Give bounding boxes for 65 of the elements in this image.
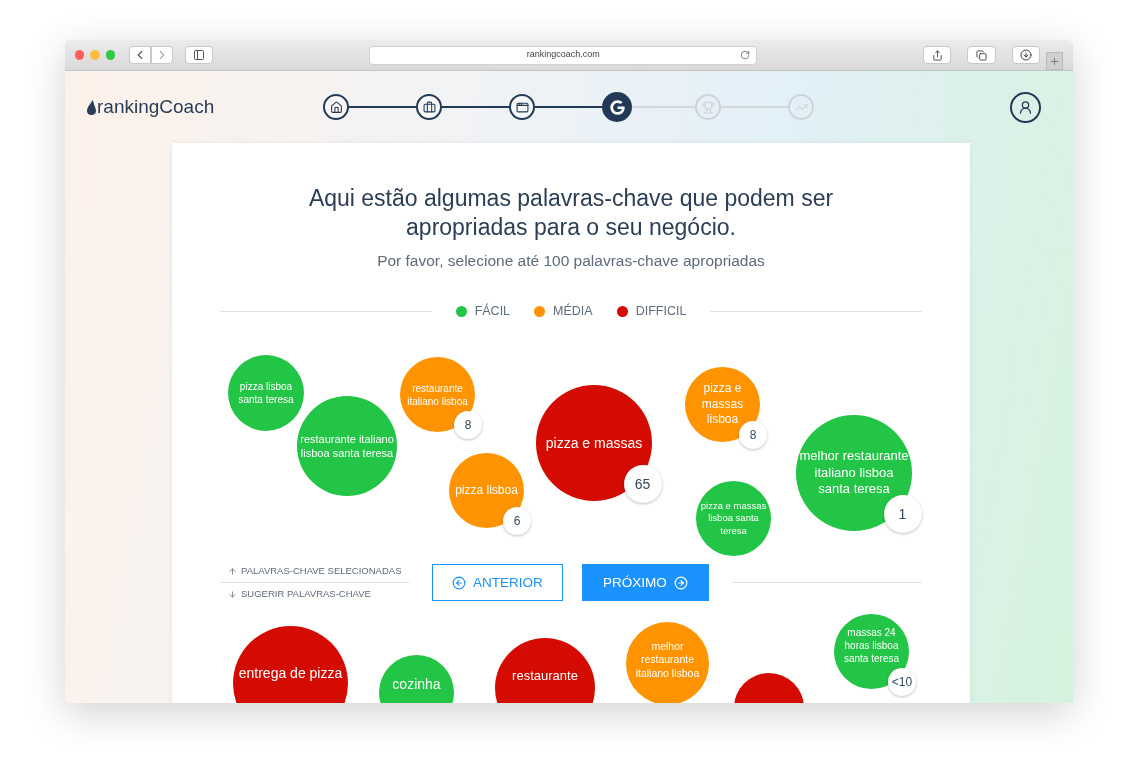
- count-badge: 6: [503, 507, 531, 535]
- keyword-bubble[interactable]: restaurante italiano lisboa santa teresa: [297, 396, 397, 496]
- window-icon: [515, 100, 529, 114]
- legend-label: DIFFICIL: [635, 303, 687, 321]
- keyword-text: massas 24 horas lisboa santa teresa: [842, 625, 900, 665]
- list-link[interactable]: PALAVRAS-CHAVE SELECIONADAS: [220, 560, 409, 584]
- keyword-text: restaurante italiano lisboa santa teresa: [300, 431, 394, 461]
- keyword-text: pizza e massas: [545, 433, 643, 453]
- keyword-text: pizza lisboa: [455, 482, 518, 499]
- card-subtitle: Por favor, selecione até 100 palavras-chave apropriadas: [377, 251, 765, 271]
- keyword-text: cozinha: [392, 674, 441, 693]
- keyword-bubble[interactable]: pizza e massas lisboa santa teresa: [696, 481, 771, 556]
- step-button[interactable]: [416, 94, 442, 120]
- new-tab-button[interactable]: [1046, 52, 1064, 70]
- keyword-bubble[interactable]: cozinha: [379, 654, 454, 703]
- logo-text[interactable]: rankingCoach: [97, 92, 215, 122]
- count-badge: 1: [883, 495, 922, 533]
- logo-drop-icon: [87, 99, 96, 115]
- tabs-button[interactable]: [967, 46, 996, 64]
- list-link[interactable]: SUGERIR PALAVRAS-CHAVE: [220, 583, 409, 606]
- keyword-text: restaurante italiano lisboa: [406, 381, 469, 408]
- step-button[interactable]: [602, 92, 632, 122]
- back-button[interactable]: [129, 46, 152, 64]
- card-title: Aqui estão algumas palavras-chave que podem ser apropriadas para o seu negócio.: [307, 184, 835, 242]
- sidebar-icon: [193, 49, 206, 61]
- count-badge: 65: [623, 465, 662, 503]
- arrow-down-icon: [228, 589, 237, 599]
- keyword-text: pizza e massas lisboa santa teresa: [699, 500, 768, 537]
- keyword-text: melhor restaurante italiano lisboa: [634, 639, 701, 681]
- share-icon: [931, 49, 943, 61]
- arrow-left-icon: [452, 575, 467, 590]
- share-button[interactable]: [923, 46, 952, 64]
- briefcase-icon: [422, 100, 436, 114]
- plus-icon: [1049, 55, 1060, 67]
- keyword-bubble[interactable]: melhor restaurante italiano lisboa: [626, 621, 709, 703]
- tabs-icon: [976, 49, 988, 61]
- reload-icon[interactable]: [740, 50, 751, 60]
- arrow-up-icon: [228, 566, 237, 576]
- count-badge: 8: [454, 411, 482, 439]
- step-button[interactable]: [509, 94, 535, 120]
- google-icon: [609, 99, 625, 115]
- keyword-text: entrega de pizza: [238, 663, 343, 682]
- previous-button[interactable]: ANTERIOR: [432, 564, 563, 602]
- trophy-icon: [701, 100, 715, 114]
- legend-label: FÁCIL: [474, 302, 511, 321]
- legend-label: MÉDIA: [553, 302, 593, 321]
- user-icon: [1018, 99, 1033, 115]
- arrow-right-icon: [673, 575, 688, 590]
- keyword-text: pizza lisboa santa teresa: [237, 380, 295, 406]
- next-button[interactable]: PRÓXIMO: [582, 564, 709, 602]
- keyword-text: restaurante: [512, 667, 578, 685]
- url-text: rankingcoach.com: [526, 48, 600, 62]
- count-badge: 8: [739, 421, 767, 449]
- count-badge: <10: [888, 667, 916, 696]
- sidebar-button[interactable]: [185, 46, 214, 64]
- keyword-bubble[interactable]: restaurante: [495, 637, 595, 703]
- step-button[interactable]: [323, 94, 349, 120]
- keyword-bubble[interactable]: entrega de pizza: [233, 625, 348, 703]
- forward-button[interactable]: [151, 46, 174, 64]
- download-icon: [1019, 49, 1032, 61]
- download-button[interactable]: [1011, 46, 1040, 64]
- profile-button[interactable]: [1010, 91, 1041, 123]
- keyword-bubble[interactable]: pizza lisboa santa teresa: [228, 355, 304, 431]
- home-icon: [329, 100, 343, 114]
- address-field[interactable]: rankingcoach.com: [369, 45, 758, 65]
